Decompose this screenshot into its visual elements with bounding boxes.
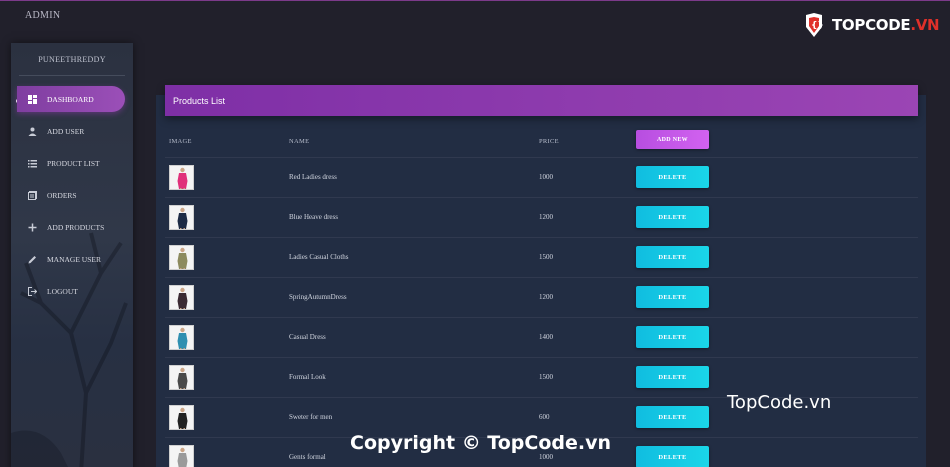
product-image xyxy=(169,445,194,467)
product-price: 1000 xyxy=(539,453,553,461)
sidebar-item-dashboard[interactable]: DASHBOARD xyxy=(17,86,125,112)
sidebar-item-logout[interactable]: LOGOUT xyxy=(11,278,133,304)
table-row: Formal Look 1500 DELETE xyxy=(165,357,918,397)
sidebar-item-label: PRODUCT LIST xyxy=(47,158,100,168)
column-header-image: IMAGE xyxy=(169,138,192,145)
app-title: ADMIN xyxy=(25,10,61,21)
sidebar-item-product-list[interactable]: PRODUCT LIST xyxy=(11,150,133,176)
product-price: 1200 xyxy=(539,213,553,221)
product-image xyxy=(169,405,194,430)
table-header: IMAGE NAME PRICE xyxy=(165,128,918,156)
column-header-name: NAME xyxy=(289,138,310,145)
table-row: Casual Dress 1400 DELETE xyxy=(165,317,918,357)
product-name: Ladies Casual Cloths xyxy=(289,253,349,261)
sidebar-item-label: ADD PRODUCTS xyxy=(47,222,105,232)
product-price: 1500 xyxy=(539,373,553,381)
product-name: Sweter for men xyxy=(289,413,333,421)
product-name: Formal Look xyxy=(289,373,326,381)
sidebar-item-label: DASHBOARD xyxy=(47,94,94,104)
product-name: Casual Dress xyxy=(289,333,326,341)
delete-button[interactable]: DELETE xyxy=(636,406,709,428)
table-row: SpringAutumnDress 1200 DELETE xyxy=(165,277,918,317)
watermark-copyright: Copyright © TopCode.vn xyxy=(350,432,612,454)
delete-button[interactable]: DELETE xyxy=(636,366,709,388)
product-image xyxy=(169,365,194,390)
product-price: 1000 xyxy=(539,173,553,181)
delete-button[interactable]: DELETE xyxy=(636,246,709,268)
sidebar-item-orders[interactable]: ORDERS xyxy=(11,182,133,208)
product-name: Blue Heave dress xyxy=(289,213,338,221)
add-new-button[interactable]: ADD NEW xyxy=(636,130,709,149)
product-price: 1200 xyxy=(539,293,553,301)
pencil-icon xyxy=(28,255,37,264)
table-row: Blue Heave dress 1200 DELETE xyxy=(165,197,918,237)
delete-button[interactable]: DELETE xyxy=(636,166,709,188)
sidebar-item-label: ADD USER xyxy=(47,126,85,136)
topcode-logo: {} TOPCODE.VN xyxy=(802,10,940,40)
product-price: 600 xyxy=(539,413,550,421)
topcode-logo-icon: {} xyxy=(802,11,828,39)
product-image xyxy=(169,205,194,230)
product-image xyxy=(169,285,194,310)
product-image xyxy=(169,245,194,270)
logout-icon xyxy=(28,286,37,296)
sidebar-divider xyxy=(19,75,125,76)
products-table: Red Ladies dress 1000 DELETE Blue Heave dre… xyxy=(165,157,918,467)
sidebar-nav: DASHBOARD ADD USER PRODUCT LIST ORDERS A… xyxy=(11,86,133,310)
sidebar-item-label: ORDERS xyxy=(47,190,77,200)
table-row: Red Ladies dress 1000 DELETE xyxy=(165,157,918,197)
table-row: Ladies Casual Cloths 1500 DELETE xyxy=(165,237,918,277)
product-price: 1400 xyxy=(539,333,553,341)
sidebar-item-add-user[interactable]: ADD USER xyxy=(11,118,133,144)
sidebar-username: PUNEETHREDDY xyxy=(38,55,106,64)
plus-icon xyxy=(28,223,37,232)
sidebar-item-label: MANAGE USER xyxy=(47,254,101,264)
logo-suffix: .VN xyxy=(910,16,940,34)
product-name: Gents formal xyxy=(289,453,326,461)
sidebar-item-add-products[interactable]: ADD PRODUCTS xyxy=(11,214,133,240)
dashboard-icon xyxy=(28,94,37,104)
watermark-site: TopCode.vn xyxy=(727,392,832,413)
product-price: 1500 xyxy=(539,253,553,261)
logo-text: TOPCODE.VN xyxy=(832,16,940,34)
sidebar-item-label: LOGOUT xyxy=(47,286,78,296)
svg-text:{}: {} xyxy=(811,21,824,31)
sidebar: PUNEETHREDDY DASHBOARD ADD USER PRODUCT … xyxy=(11,43,133,467)
logo-name: TOPCODE xyxy=(832,16,911,34)
panel-title: Products List xyxy=(165,85,918,116)
list-icon xyxy=(28,159,37,168)
person-icon xyxy=(28,127,37,136)
sidebar-item-manage-user[interactable]: MANAGE USER xyxy=(11,246,133,272)
product-name: SpringAutumnDress xyxy=(289,293,347,301)
delete-button[interactable]: DELETE xyxy=(636,206,709,228)
product-name: Red Ladies dress xyxy=(289,173,337,181)
product-image xyxy=(169,165,194,190)
delete-button[interactable]: DELETE xyxy=(636,446,709,467)
delete-button[interactable]: DELETE xyxy=(636,326,709,348)
orders-icon xyxy=(28,190,37,200)
delete-button[interactable]: DELETE xyxy=(636,286,709,308)
product-image xyxy=(169,325,194,350)
column-header-price: PRICE xyxy=(539,138,559,145)
